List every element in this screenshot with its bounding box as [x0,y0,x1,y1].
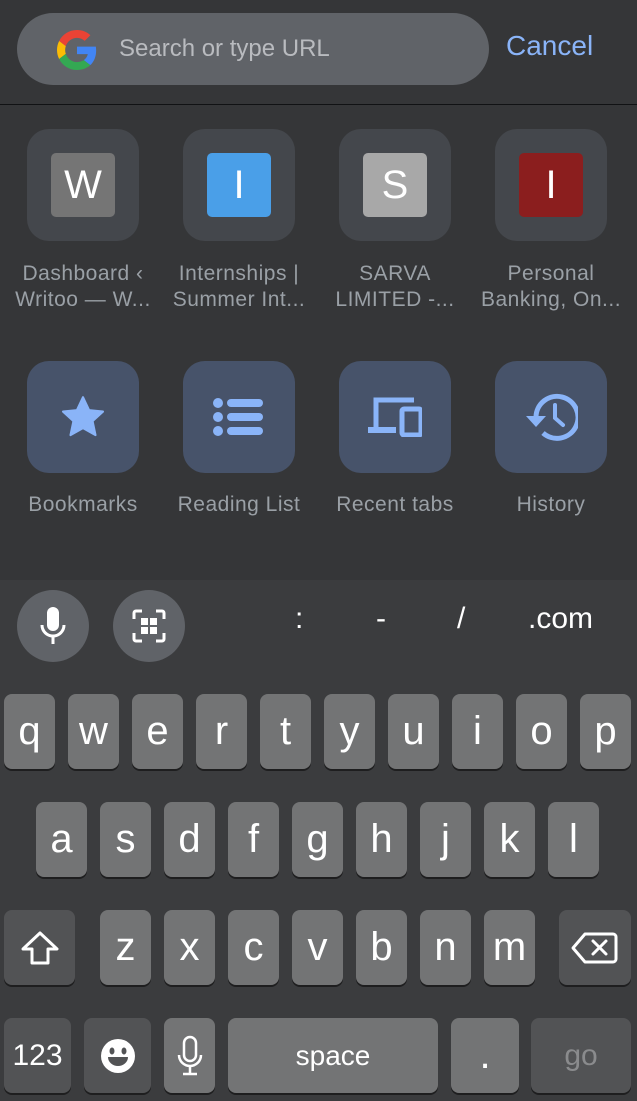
most-visited-tile[interactable]: W Dashboard ‹ Writoo — W... [5,129,161,313]
shortcut-bookmarks[interactable]: Bookmarks [5,361,161,517]
tile-title-line: Internships | [178,262,300,285]
key-e[interactable]: e [132,694,183,769]
shortcut-label: Bookmarks [28,493,138,516]
tile-title-line: Summer Int... [172,288,306,311]
dictation-key[interactable] [164,1018,215,1093]
key-i[interactable]: i [452,694,503,769]
colon-key[interactable]: : [295,602,303,636]
voice-search-button[interactable] [17,590,89,662]
favicon-letter: S [363,153,427,217]
key-f[interactable]: f [228,802,279,877]
key-w[interactable]: w [68,694,119,769]
tile-background: S [339,129,451,241]
space-key[interactable]: space [228,1018,438,1093]
go-key[interactable]: go [531,1018,631,1093]
tile-background: W [27,129,139,241]
shortcut-reading-list[interactable]: Reading List [161,361,317,517]
microphone-icon [40,607,66,644]
google-g-icon [57,30,97,70]
microphone-icon [177,1035,202,1075]
toolbar: Cancel [0,0,637,105]
key-s[interactable]: s [100,802,151,877]
key-v[interactable]: v [292,910,343,985]
key-n[interactable]: n [420,910,471,985]
dotcom-key[interactable]: .com [528,602,593,636]
key-q[interactable]: q [4,694,55,769]
shortcut-recent-tabs[interactable]: Recent tabs [317,361,473,517]
favicon-letter: I [519,153,583,217]
history-icon [526,393,578,441]
shortcut-label: Reading List [177,493,301,516]
star-icon [61,396,105,437]
tile-background: I [183,129,295,241]
omnibox[interactable] [17,13,489,85]
keyboard: : - / .com q w e r t y u i o p a s d f g… [0,580,637,1101]
key-d[interactable]: d [164,802,215,877]
list-icon [213,398,263,436]
tile-background: I [495,129,607,241]
emoji-key[interactable] [84,1018,151,1093]
tile-title: SARVA LIMITED -... [317,261,473,313]
tile-title-line: Writoo — W... [15,288,151,311]
favicon-letter: W [51,153,115,217]
key-c[interactable]: c [228,910,279,985]
emoji-icon [100,1038,135,1073]
tile-title-line: Banking, On... [480,288,622,311]
tile-title-line: LIMITED -... [335,288,455,311]
numbers-key[interactable]: 123 [4,1018,71,1093]
shortcut-label: History [516,493,586,516]
qr-scan-button[interactable] [113,590,185,662]
key-r[interactable]: r [196,694,247,769]
key-g[interactable]: g [292,802,343,877]
tile-title-line: SARVA [359,262,431,285]
key-b[interactable]: b [356,910,407,985]
key-h[interactable]: h [356,802,407,877]
key-m[interactable]: m [484,910,535,985]
tile-title: Dashboard ‹ Writoo — W... [5,261,161,313]
key-u[interactable]: u [388,694,439,769]
tile-title-line: Personal [507,262,595,285]
key-x[interactable]: x [164,910,215,985]
most-visited-tile[interactable]: I Personal Banking, On... [473,129,629,313]
delete-key[interactable] [559,910,631,985]
devices-icon [368,397,422,437]
shortcut-background [495,361,607,473]
search-input[interactable] [119,13,469,85]
tile-title: Internships | Summer Int... [161,261,317,313]
cancel-button[interactable]: Cancel [506,30,593,62]
dash-key[interactable]: - [376,602,386,636]
tile-title: Personal Banking, On... [473,261,629,313]
shortcut-background [27,361,139,473]
keyboard-accessory-bar: : - / .com [0,580,637,678]
key-z[interactable]: z [100,910,151,985]
qr-scan-icon [132,609,166,643]
most-visited-tile[interactable]: I Internships | Summer Int... [161,129,317,313]
key-j[interactable]: j [420,802,471,877]
shortcut-history[interactable]: History [473,361,629,517]
period-key[interactable]: . [451,1018,519,1093]
backspace-icon [571,932,618,963]
slash-key[interactable]: / [457,602,465,636]
favicon-letter: I [207,153,271,217]
key-a[interactable]: a [36,802,87,877]
shortcut-background [183,361,295,473]
shortcut-background [339,361,451,473]
shortcut-label: Recent tabs [336,493,454,516]
tile-title-line: Dashboard ‹ [22,262,144,285]
key-o[interactable]: o [516,694,567,769]
most-visited-tile[interactable]: S SARVA LIMITED -... [317,129,473,313]
key-l[interactable]: l [548,802,599,877]
shift-key[interactable] [4,910,75,985]
shift-icon [21,931,58,964]
key-y[interactable]: y [324,694,375,769]
key-k[interactable]: k [484,802,535,877]
key-t[interactable]: t [260,694,311,769]
key-p[interactable]: p [580,694,631,769]
